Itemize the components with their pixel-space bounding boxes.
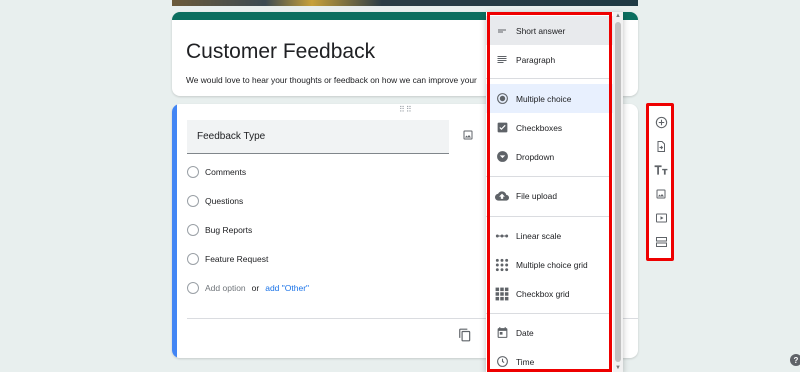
menu-item-label: Time: [516, 356, 535, 367]
linear-scale-icon: [495, 229, 509, 243]
option-row: Bug Reports: [187, 223, 252, 237]
option-label[interactable]: Bug Reports: [205, 225, 252, 235]
add-question-icon[interactable]: [654, 115, 668, 129]
calendar-icon: [495, 326, 509, 340]
option-label[interactable]: Feature Request: [205, 254, 268, 264]
clock-icon: [495, 355, 509, 369]
menu-item-dropdown[interactable]: Dropdown: [486, 142, 613, 171]
or-label: or: [251, 283, 260, 293]
add-image-icon[interactable]: [654, 187, 668, 201]
menu-item-multiple-choice[interactable]: Multiple choice: [486, 84, 613, 113]
option-row: Comments: [187, 165, 246, 179]
menu-separator: [486, 313, 611, 314]
active-question-accent: [172, 104, 177, 358]
help-icon[interactable]: ?: [790, 354, 800, 366]
grid-icon: [495, 258, 509, 272]
menu-item-label: Linear scale: [516, 230, 562, 241]
menu-item-date[interactable]: Date: [486, 318, 613, 347]
short-answer-icon: [495, 24, 509, 38]
menu-item-paragraph[interactable]: Paragraph: [486, 45, 613, 74]
menu-item-checkboxes[interactable]: Checkboxes: [486, 113, 613, 142]
menu-item-label: Multiple choice: [516, 93, 572, 104]
add-video-icon[interactable]: [654, 211, 668, 225]
question-title: Feedback Type: [197, 131, 266, 142]
floating-toolbar: [646, 103, 674, 261]
menu-item-label: Checkboxes: [516, 122, 563, 133]
menu-item-linear-scale[interactable]: Linear scale: [486, 221, 613, 250]
add-option-input[interactable]: Add option: [205, 283, 246, 293]
add-image-icon[interactable]: [462, 128, 474, 140]
add-other-link[interactable]: add "Other": [265, 283, 309, 293]
paragraph-icon: [495, 53, 509, 67]
menu-separator: [486, 78, 611, 79]
form-description[interactable]: We would love to hear your thoughts or f…: [186, 75, 486, 85]
menu-item-label: Short answer: [516, 25, 566, 36]
radio-icon: [187, 166, 199, 178]
radio-button-icon: [495, 92, 509, 106]
option-label[interactable]: Questions: [205, 196, 243, 206]
option-row: Feature Request: [187, 252, 268, 266]
radio-icon: [187, 253, 199, 265]
radio-icon: [187, 195, 199, 207]
menu-separator: [486, 176, 611, 177]
radio-icon: [187, 282, 199, 294]
menu-item-label: Paragraph: [516, 54, 556, 65]
dropdown-icon: [495, 150, 509, 164]
option-label[interactable]: Comments: [205, 167, 246, 177]
radio-icon: [187, 224, 199, 236]
drag-handle-icon[interactable]: ⠿⠿: [399, 106, 413, 114]
menu-separator: [486, 216, 611, 217]
menu-item-label: Dropdown: [516, 151, 555, 162]
add-section-icon[interactable]: [654, 235, 668, 249]
add-title-icon[interactable]: [654, 163, 668, 177]
menu-item-file-upload[interactable]: File upload: [486, 181, 613, 210]
scrollbar-thumb[interactable]: [615, 22, 621, 362]
add-option-row: Add option or add "Other": [187, 281, 309, 295]
checkbox-grid-icon: [495, 287, 509, 301]
menu-item-checkbox-grid[interactable]: Checkbox grid: [486, 279, 613, 308]
checkbox-icon: [495, 121, 509, 135]
cloud-upload-icon: [495, 189, 509, 203]
menu-item-short-answer[interactable]: Short answer: [486, 16, 613, 45]
option-row: Questions: [187, 194, 243, 208]
duplicate-icon[interactable]: [458, 328, 472, 342]
menu-item-label: Multiple choice grid: [516, 259, 588, 270]
form-title[interactable]: Customer Feedback: [186, 40, 375, 64]
menu-scrollbar[interactable]: ▲ ▼: [613, 12, 623, 372]
menu-item-label: Checkbox grid: [516, 288, 570, 299]
scroll-down-icon[interactable]: ▼: [615, 365, 621, 371]
import-questions-icon[interactable]: [654, 139, 668, 153]
question-type-menu[interactable]: Short answer Paragraph Multiple choice C…: [486, 12, 623, 372]
menu-item-label: File upload: [516, 190, 557, 201]
menu-item-multiple-choice-grid[interactable]: Multiple choice grid: [486, 250, 613, 279]
header-image: [172, 0, 638, 6]
menu-item-label: Date: [516, 327, 534, 338]
question-title-input[interactable]: Feedback Type: [187, 120, 449, 154]
scroll-up-icon[interactable]: ▲: [615, 13, 621, 19]
menu-item-time[interactable]: Time: [486, 347, 613, 372]
